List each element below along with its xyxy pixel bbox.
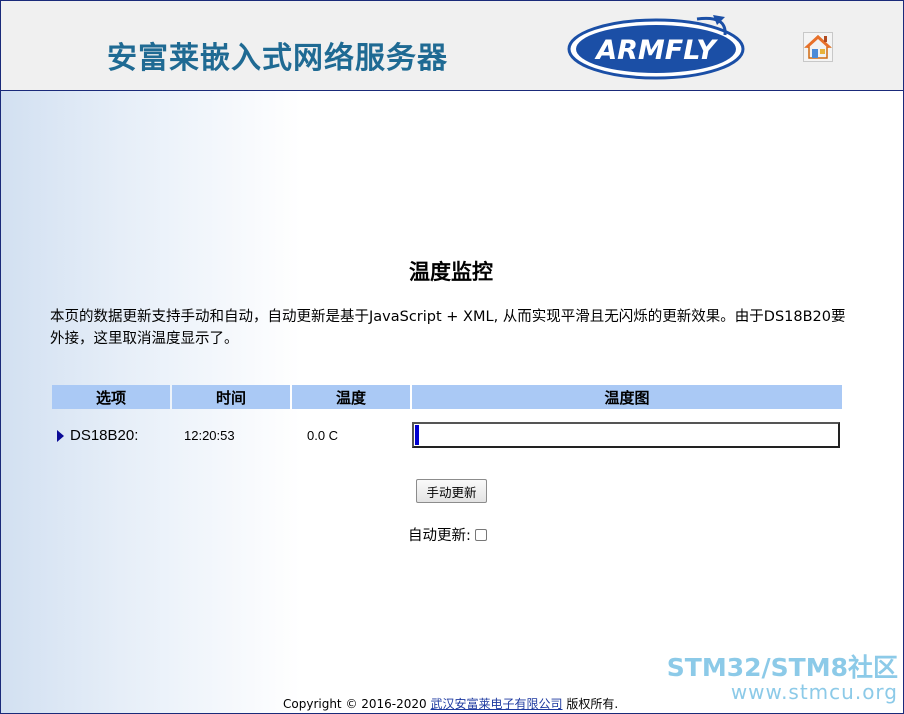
column-header-time: 时间 — [172, 385, 290, 409]
temperature-cell: 0.0 C — [307, 427, 339, 443]
table-row: DS18B20: 12:20:53 0.0 C — [52, 409, 842, 461]
auto-update-row: 自动更新: — [408, 524, 487, 545]
footer: Copyright © 2016-2020 武汉安富莱电子有限公司 版权所有. — [283, 695, 618, 712]
watermark: STM32/STM8社区 www.stmcu.org — [666, 653, 898, 704]
triangle-right-icon — [57, 429, 64, 442]
table-header-row: 选项 时间 温度 温度图 — [52, 385, 842, 409]
temperature-table: 选项 时间 温度 温度图 DS18B20: 12:20:53 0.0 C — [50, 385, 844, 461]
copyright-suffix: 版权所有. — [562, 697, 619, 711]
auto-update-label: 自动更新: — [408, 528, 471, 544]
sensor-name: DS18B20: — [70, 426, 139, 444]
armfly-logo: ARMFLY — [567, 15, 745, 80]
option-cell: DS18B20: — [52, 409, 170, 461]
logo-text: ARMFLY — [594, 35, 718, 66]
manual-update-button[interactable]: 手动更新 — [416, 479, 487, 503]
column-header-option: 选项 — [52, 385, 170, 409]
page-frame — [0, 0, 904, 714]
company-link[interactable]: 武汉安富莱电子有限公司 — [431, 697, 563, 711]
site-title: 安富莱嵌入式网络服务器 — [107, 41, 448, 76]
site-header: 安富莱嵌入式网络服务器 ARMFLY — [1, 1, 903, 91]
column-header-chart: 温度图 — [412, 385, 842, 409]
description-text: 本页的数据更新支持手动和自动，自动更新是基于JavaScript + XML, … — [50, 309, 846, 347]
chart-cell — [412, 409, 842, 461]
time-cell: 12:20:53 — [184, 427, 235, 443]
temperature-bar-fill — [415, 425, 419, 445]
auto-update-checkbox[interactable] — [474, 528, 487, 541]
watermark-line1: STM32/STM8社区 — [666, 653, 898, 682]
watermark-line2: www.stmcu.org — [730, 680, 898, 704]
copyright-prefix: Copyright © 2016-2020 — [283, 697, 431, 711]
page-heading: 温度监控 — [409, 260, 493, 284]
temperature-bar — [412, 422, 840, 448]
home-icon[interactable] — [803, 32, 833, 62]
column-header-temperature: 温度 — [292, 385, 410, 409]
